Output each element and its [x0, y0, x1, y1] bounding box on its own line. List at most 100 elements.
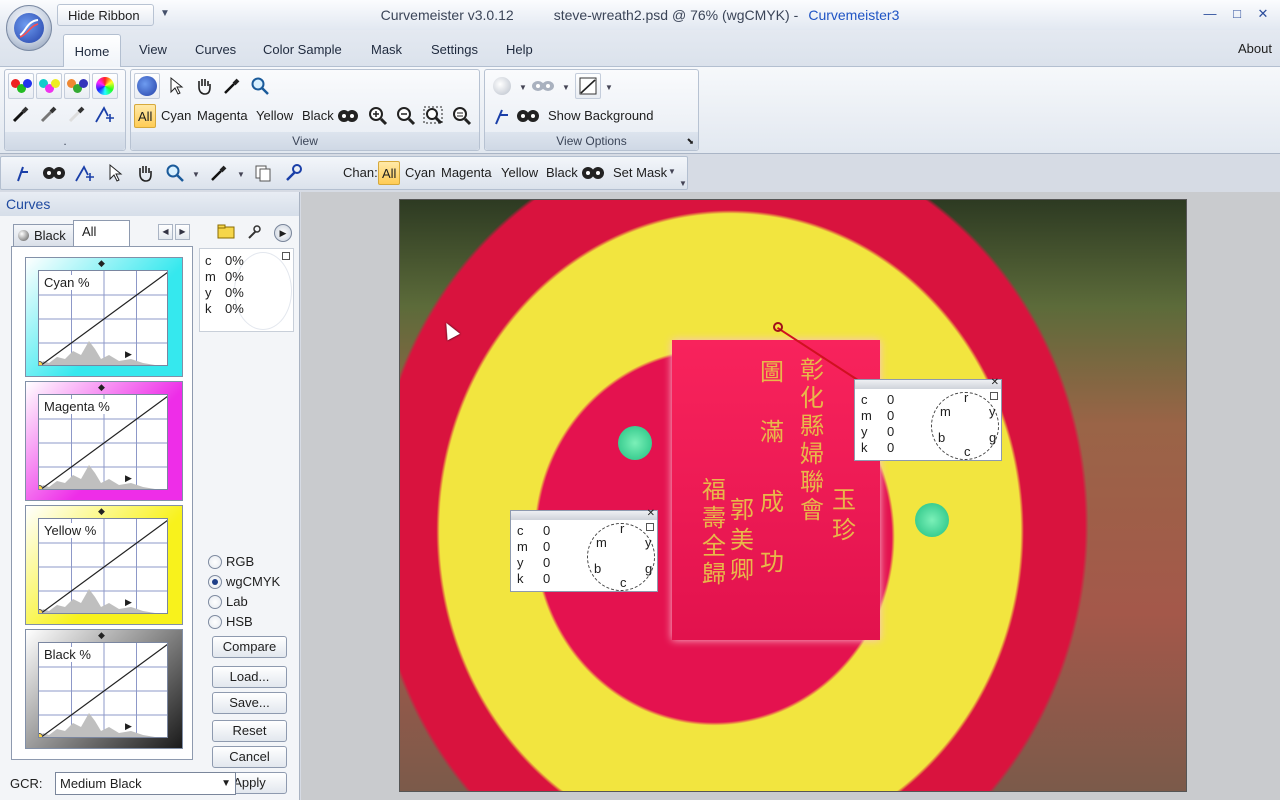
mode-rgb[interactable]: RGB: [208, 554, 254, 569]
tools-icon[interactable]: [246, 224, 266, 242]
zoom-icon[interactable]: [163, 161, 187, 185]
toolbar-channel-all[interactable]: All: [378, 161, 401, 185]
sample-panel-titlebar[interactable]: [511, 511, 657, 520]
sample-point-icon[interactable]: [11, 161, 35, 185]
curve-play-icon[interactable]: ▶: [125, 721, 132, 732]
add-point-icon[interactable]: [73, 161, 97, 185]
curve-card-magenta[interactable]: ◆ Magenta % ▶: [25, 381, 183, 501]
curve-plot[interactable]: Black % ▶: [38, 642, 168, 738]
tab-all[interactable]: All: [73, 220, 130, 246]
settings-wrench-icon[interactable]: [281, 161, 305, 185]
view-channel-magenta[interactable]: Magenta: [194, 104, 251, 128]
curve-card-yellow[interactable]: ◆ Yellow % ▶: [25, 505, 183, 625]
curve-card-black[interactable]: ◆ Black % ▶: [25, 629, 183, 749]
mask-visibility-icon[interactable]: [515, 103, 541, 129]
gcr-select[interactable]: Medium Black ▼: [55, 772, 236, 795]
maximize-button[interactable]: □: [1227, 5, 1247, 23]
pointer-icon[interactable]: [103, 161, 127, 185]
hsb-channels-icon[interactable]: [92, 73, 118, 99]
show-background-layers-button[interactable]: Show Background Layers: [545, 104, 698, 147]
eyedropper-dropdown-icon[interactable]: ▼: [237, 170, 245, 179]
eyedropper-gray-icon[interactable]: [36, 101, 62, 127]
sample-expand-icon[interactable]: [990, 392, 998, 400]
view-channel-yellow[interactable]: Yellow: [253, 104, 296, 128]
eyedropper-black-icon[interactable]: [8, 101, 34, 127]
curve-card-cyan[interactable]: ◆ Cyan % ▶: [25, 257, 183, 377]
tab-next-icon[interactable]: ▶: [175, 224, 190, 240]
compare-button[interactable]: Compare: [212, 636, 287, 658]
sample-panel-2[interactable]: ✕ c0m0y0k0 r yg c bm: [510, 508, 658, 592]
document-image[interactable]: 彰化縣婦聯會福壽全歸圖滿成功郭美卿玉珍: [399, 199, 1187, 792]
curve-endpoint-marker[interactable]: [39, 609, 43, 613]
add-sample-icon[interactable]: [92, 101, 118, 127]
lab-channels-icon[interactable]: [64, 73, 90, 99]
tab-mask[interactable]: Mask: [371, 42, 402, 57]
close-icon[interactable]: ✕: [647, 508, 655, 519]
set-mask-dropdown-icon[interactable]: ▼: [668, 167, 676, 176]
app-menu-button[interactable]: [6, 5, 52, 51]
tab-help[interactable]: Help: [506, 42, 533, 57]
play-icon[interactable]: ▶: [274, 224, 292, 242]
close-icon[interactable]: ✕: [991, 377, 999, 388]
tab-prev-icon[interactable]: ◀: [158, 224, 173, 240]
curve-endpoint-marker[interactable]: [39, 733, 43, 737]
eyedropper-tool-icon[interactable]: [219, 73, 245, 99]
mask-view-icon[interactable]: [335, 103, 361, 129]
set-mask-icon[interactable]: [581, 161, 605, 185]
hand-tool-icon[interactable]: [191, 73, 217, 99]
sample-point-marker[interactable]: [773, 322, 783, 332]
curve-endpoint-marker[interactable]: [39, 485, 43, 489]
zoom-fit-icon[interactable]: [421, 103, 447, 129]
curve-endpoint-marker[interactable]: [39, 361, 43, 365]
zoom-out-icon[interactable]: [393, 103, 419, 129]
curve-plot[interactable]: Magenta % ▶: [38, 394, 168, 490]
eyedropper-white-icon[interactable]: [64, 101, 90, 127]
sample-tool-icon[interactable]: [489, 103, 515, 129]
tab-black[interactable]: Black: [13, 224, 75, 246]
reset-button[interactable]: Reset: [212, 720, 287, 742]
view-channel-cyan[interactable]: Cyan: [158, 104, 194, 128]
zoom-dropdown-icon[interactable]: ▼: [192, 170, 200, 179]
sample-panel-titlebar[interactable]: [855, 380, 1001, 389]
curvemeister-icon[interactable]: [134, 73, 160, 99]
toolbar-channel-magenta[interactable]: Magenta: [438, 161, 495, 185]
zoom-tool-icon[interactable]: [247, 73, 273, 99]
curve-top-arrow-icon[interactable]: ◆: [98, 630, 105, 641]
about-link[interactable]: About: [1238, 41, 1272, 56]
rgb-channels-icon[interactable]: [8, 73, 34, 99]
cmy-channels-icon[interactable]: [36, 73, 62, 99]
mode-hsb[interactable]: HSB: [208, 614, 253, 629]
curve-play-icon[interactable]: ▶: [125, 349, 132, 360]
cancel-button[interactable]: Cancel: [212, 746, 287, 768]
toolbar-channel-cyan[interactable]: Cyan: [402, 161, 438, 185]
curve-plot[interactable]: Cyan % ▶: [38, 270, 168, 366]
set-mask-button[interactable]: Set Mask: [613, 165, 667, 180]
curve-play-icon[interactable]: ▶: [125, 597, 132, 608]
curve-plot[interactable]: Yellow % ▶: [38, 518, 168, 614]
view-channel-all[interactable]: All: [134, 104, 157, 128]
curve-display-dropdown-icon[interactable]: ▼: [605, 83, 613, 92]
mask-overlay-dropdown-icon[interactable]: ▼: [562, 83, 570, 92]
mode-lab[interactable]: Lab: [208, 594, 248, 609]
background-view-dropdown-icon[interactable]: ▼: [519, 83, 527, 92]
curve-play-icon[interactable]: ▶: [125, 473, 132, 484]
sample-panel-1[interactable]: ✕ c0m0y0k0 r yg c bm: [854, 377, 1002, 461]
copy-icon[interactable]: [251, 161, 275, 185]
curve-top-arrow-icon[interactable]: ◆: [98, 506, 105, 517]
toolbar-channel-black[interactable]: Black: [543, 161, 581, 185]
folder-icon[interactable]: [217, 224, 237, 242]
pointer-tool-icon[interactable]: [163, 73, 189, 99]
mask-tool-icon[interactable]: [42, 161, 66, 185]
load-button[interactable]: Load...: [212, 666, 287, 688]
tab-home[interactable]: Home: [63, 34, 121, 67]
background-view-icon[interactable]: [489, 73, 515, 99]
view-channel-black[interactable]: Black: [299, 104, 337, 128]
minimize-button[interactable]: —: [1200, 5, 1220, 23]
curve-top-arrow-icon[interactable]: ◆: [98, 382, 105, 393]
zoom-actual-icon[interactable]: [449, 103, 475, 129]
save-button[interactable]: Save...: [212, 692, 287, 714]
tab-settings[interactable]: Settings: [431, 42, 478, 57]
tab-curves[interactable]: Curves: [195, 42, 236, 57]
hand-icon[interactable]: [133, 161, 157, 185]
toolbar-channel-yellow[interactable]: Yellow: [498, 161, 541, 185]
